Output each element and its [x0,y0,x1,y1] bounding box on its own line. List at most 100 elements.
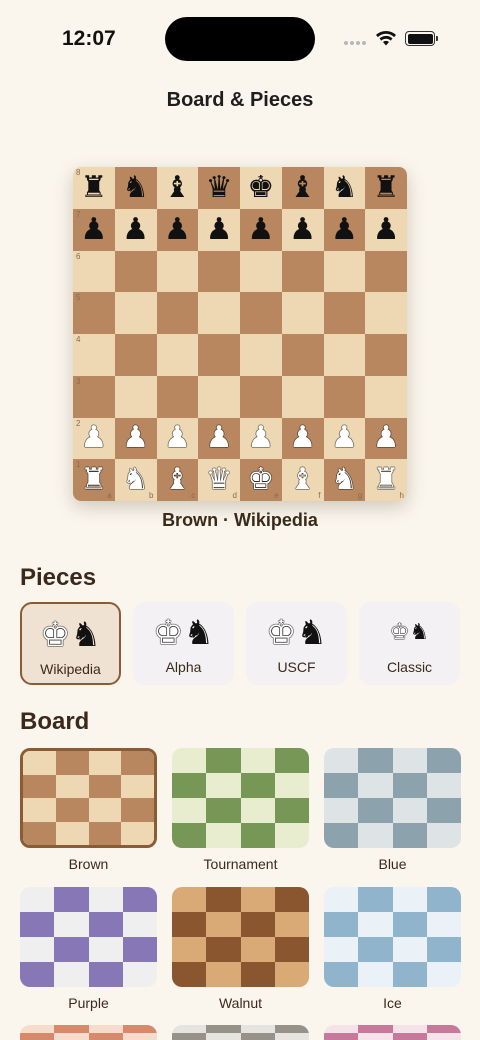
theme-swatch [324,887,461,987]
swatch-cell [240,773,275,798]
white-knight-icon: ♞ [122,462,150,498]
board-theme-tournament[interactable]: Tournament [172,748,309,887]
board-square [156,292,199,334]
swatch-cell [392,798,427,823]
piece-set-label: USCF [277,659,316,675]
swatch-cell [172,937,207,962]
black-knight-icon: ♞ [122,169,150,205]
board-square [240,334,282,376]
board-theme-swatch-partial[interactable] [20,1025,157,1040]
swatch-cell [392,823,427,848]
swatch-cell [392,1032,427,1040]
board-square: ♟ [198,208,240,251]
board-square: c ♝ [156,459,199,501]
swatch-cell [206,798,241,823]
theme-swatch [20,748,157,848]
swatch-cell [240,912,275,937]
dynamic-island [165,17,315,61]
board-square: 5 [73,292,115,334]
board-theme-purple[interactable]: Purple [20,887,157,1026]
swatch-cell [88,821,122,845]
swatch-cell [23,774,56,798]
pieces-section-title: Pieces [20,564,97,591]
board-theme-brown[interactable]: Brown [20,748,157,887]
black-pawn-icon: ♟ [122,211,150,247]
board-theme-blue[interactable]: Blue [324,748,461,887]
board-square [323,250,366,293]
swatch-cell [274,887,309,912]
board-square: ♞ [323,167,366,209]
board-square: 8 ♜ [73,167,115,209]
swatch-cell [324,798,359,823]
board-square [198,292,240,334]
swatch-cell [240,937,275,962]
swatch-cell [358,1025,393,1033]
swatch-cell [20,1025,55,1033]
swatch-cell [23,821,56,845]
swatch-cell [324,1032,359,1040]
swatch-cell [324,1025,359,1033]
swatch-cell [358,823,393,848]
board-square [365,292,407,334]
board-theme-label: Ice [383,995,402,1011]
board-square: ♟ [365,417,407,460]
file-label: b [149,491,154,500]
theme-swatch [172,887,309,987]
piece-set-classic[interactable]: ♚ ♞ Classic [359,602,460,685]
theme-swatch [324,748,461,848]
swatch-cell [392,937,427,962]
swatch-cell [88,1032,123,1040]
swatch-cell [20,937,55,962]
swatch-cell [324,748,359,773]
board-theme-swatch-partial[interactable] [324,1025,461,1040]
board-square [365,375,407,418]
swatch-cell [392,748,427,773]
white-pawn-icon: ♟ [163,420,191,456]
swatch-cell [88,962,123,987]
board-square: 1 a ♜ [73,459,115,501]
board-square [114,334,157,376]
theme-swatch [172,748,309,848]
board-square: ♟ [114,208,157,251]
swatch-cell [358,937,393,962]
board-square [240,375,282,418]
board-theme-swatch-partial[interactable] [172,1025,309,1040]
black-pawn-icon: ♟ [289,211,317,247]
swatch-cell [392,773,427,798]
swatch-cell [172,1032,207,1040]
board-preview: 8 ♜ ♞ ♝ ♛ ♚ ♝ ♞ ♜ 7 ♟ ♟ ♟ ♟ ♟ ♟ ♟ ♟ 6 5 4 3 2 ♟ ♟ ♟ ♟ ♟ ♟ ♟ ♟ 1 a ♜ b ♞ c ♝ d ♛… [73,167,407,501]
swatch-cell [240,962,275,987]
swatch-cell [55,774,89,798]
theme-swatch [20,887,157,987]
black-pawn-icon: ♟ [247,211,275,247]
file-label: e [274,491,279,500]
board-theme-walnut[interactable]: Walnut [172,887,309,1026]
board-square [323,375,366,418]
piece-set-uscf[interactable]: ♚ ♞ USCF [246,602,347,685]
board-theme-grid: Brown Tournament Blue Purple Walnut Ice [20,748,461,1026]
piece-set-wikipedia[interactable]: ♚ ♞ Wikipedia [20,602,121,685]
piece-set-label: Classic [386,659,433,675]
swatch-cell [358,912,393,937]
swatch-cell [206,1032,241,1040]
piece-set-alpha[interactable]: ♚ ♞ Alpha [133,602,234,685]
swatch-cell [23,751,56,775]
board-square: ♝ [156,167,199,209]
swatch-cell [55,798,89,822]
swatch-cell [240,887,275,912]
black-rook-icon: ♜ [372,169,400,205]
swatch-cell [88,887,123,912]
swatch-cell [206,962,241,987]
swatch-cell [324,937,359,962]
board-caption: Brown · Wikipedia [162,510,318,530]
board-theme-ice[interactable]: Ice [324,887,461,1026]
white-knight-icon: ♞ [330,462,358,498]
swatch-cell [54,887,89,912]
swatch-cell [88,774,122,798]
file-label: c [191,491,196,500]
rank-label: 4 [76,335,81,344]
board-square [281,334,324,376]
board-square: 6 [73,250,115,293]
file-label: a [107,491,112,500]
board-square [198,375,240,418]
